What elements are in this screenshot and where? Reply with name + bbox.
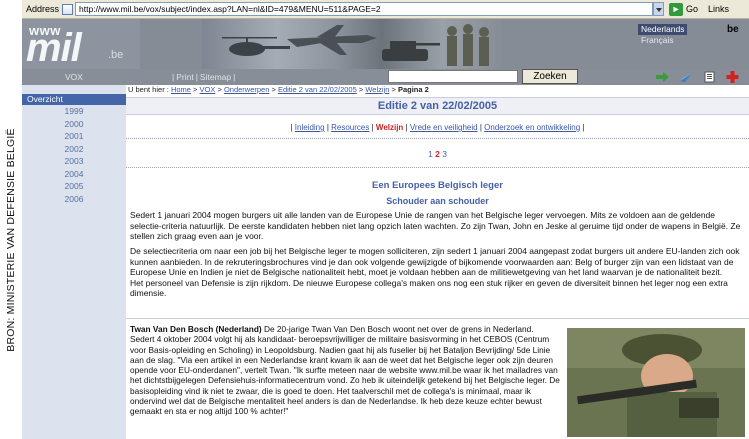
year-link[interactable]: 1999 bbox=[22, 105, 126, 118]
topic-tabs: | Inleiding | Resources | Welzijn | Vred… bbox=[290, 123, 585, 132]
article-title: Een Europees Belgisch leger bbox=[372, 180, 503, 191]
page-icon bbox=[62, 3, 74, 15]
banner-photo-strip bbox=[202, 19, 502, 69]
breadcrumb-welzijn[interactable]: Welzijn bbox=[365, 85, 389, 94]
year-link[interactable]: 2001 bbox=[22, 130, 126, 143]
year-link[interactable]: 2006 bbox=[22, 193, 126, 206]
profile-text: Twan Van Den Bosch (Nederland) De 20-jar… bbox=[130, 324, 560, 417]
divider bbox=[126, 318, 749, 319]
article-criteria: De selectiecriteria om naar een job bij … bbox=[130, 246, 742, 299]
go-label: Go bbox=[686, 4, 699, 14]
divider bbox=[126, 138, 749, 139]
breadcrumb-prefix: U bent hier : bbox=[128, 85, 169, 94]
search-button[interactable]: Zoeken bbox=[522, 69, 578, 84]
side-caption: BRON: MINISTERIE VAN DEFENSIE BELGIË bbox=[0, 0, 22, 439]
year-link[interactable]: 2002 bbox=[22, 143, 126, 156]
sitemap-link[interactable]: Sitemap bbox=[200, 72, 231, 82]
red-cross-icon[interactable] bbox=[726, 71, 739, 83]
content-area: Overzicht 1999 2000 2001 2002 2003 2004 … bbox=[22, 85, 749, 439]
breadcrumb-current: Pagina 2 bbox=[397, 85, 429, 94]
article-intro: Sedert 1 januari 2004 mogen burgers uit … bbox=[130, 210, 741, 242]
soldier-image bbox=[567, 328, 745, 437]
section-label: VOX bbox=[65, 72, 83, 82]
logo-mil: mil bbox=[26, 26, 82, 69]
year-list: 1999 2000 2001 2002 2003 2004 2005 2006 bbox=[22, 105, 126, 205]
breadcrumb: U bent hier : Home > VOX > Onderwerpen >… bbox=[128, 85, 429, 94]
print-link[interactable]: Print bbox=[176, 72, 193, 82]
print-icon[interactable] bbox=[703, 71, 716, 83]
breadcrumb-onderwerpen[interactable]: Onderwerpen bbox=[224, 85, 269, 94]
search-input[interactable] bbox=[388, 70, 518, 83]
pager: 1 2 3 bbox=[126, 149, 749, 159]
forward-arrow-icon[interactable] bbox=[656, 71, 669, 83]
sidebar: Overzicht 1999 2000 2001 2002 2003 2004 … bbox=[22, 85, 126, 439]
year-link[interactable]: 2004 bbox=[22, 168, 126, 181]
divider bbox=[126, 167, 749, 168]
main-content: U bent hier : Home > VOX > Onderwerpen >… bbox=[126, 85, 749, 439]
utility-links: | Print | Sitemap | bbox=[172, 72, 236, 82]
year-link[interactable]: 2000 bbox=[22, 118, 126, 131]
address-bar: Address http://www.mil.be/vox/subject/in… bbox=[22, 0, 749, 19]
criteria-paragraph-2: Het personeel van Defensie is zijn rijkd… bbox=[130, 277, 728, 299]
url-dropdown-icon[interactable] bbox=[653, 2, 665, 16]
go-arrow-icon: ► bbox=[669, 2, 684, 16]
soldier-photo bbox=[567, 328, 745, 437]
page-link[interactable]: 1 bbox=[428, 149, 433, 159]
lang-nederlands-link[interactable]: Nederlands bbox=[638, 24, 688, 35]
breadcrumb-edition[interactable]: Editie 2 van 22/02/2005 bbox=[278, 85, 357, 94]
year-link[interactable]: 2003 bbox=[22, 155, 126, 168]
topic-vrede-en-veiligheid[interactable]: Vrede en veiligheid bbox=[410, 123, 478, 132]
criteria-paragraph: De selectiecriteria om naar een job bij … bbox=[130, 246, 740, 278]
lang-francais-link[interactable]: Français bbox=[638, 35, 687, 46]
profile-name: Twan Van Den Bosch (Nederland) bbox=[130, 324, 262, 334]
browser-screenshot: Address http://www.mil.be/vox/subject/in… bbox=[22, 0, 749, 439]
country-code: be bbox=[727, 24, 739, 35]
sidebar-heading[interactable]: Overzicht bbox=[22, 94, 126, 105]
page-link-current[interactable]: 2 bbox=[435, 149, 440, 159]
military-equipment-illustration bbox=[222, 24, 489, 66]
topic-welzijn[interactable]: Welzijn bbox=[376, 123, 403, 132]
breadcrumb-vox[interactable]: VOX bbox=[200, 85, 216, 94]
links-label[interactable]: Links bbox=[708, 4, 729, 14]
page-link[interactable]: 3 bbox=[442, 149, 447, 159]
article-subtitle: Schouder aan schouder bbox=[386, 196, 489, 206]
year-link[interactable]: 2005 bbox=[22, 180, 126, 193]
site-logo[interactable]: www mil .be bbox=[22, 19, 140, 69]
send-mail-icon[interactable] bbox=[679, 71, 692, 83]
breadcrumb-home[interactable]: Home bbox=[171, 85, 191, 94]
topic-onderzoek-en-ontwikkeling[interactable]: Onderzoek en ontwikkeling bbox=[484, 123, 580, 132]
logo-be: .be bbox=[108, 49, 124, 61]
source-caption-text: BRON: MINISTERIE VAN DEFENSIE BELGIË bbox=[5, 128, 17, 352]
url-field[interactable]: http://www.mil.be/vox/subject/index.asp?… bbox=[75, 2, 654, 16]
language-switch: Nederlands Français bbox=[638, 24, 688, 46]
topic-inleiding[interactable]: Inleiding bbox=[295, 123, 325, 132]
profile-body: De 20-jarige Twan Van Den Bosch woont ne… bbox=[130, 324, 560, 417]
address-label: Address bbox=[26, 4, 60, 14]
go-button[interactable]: ► Go bbox=[669, 2, 699, 16]
topic-resources[interactable]: Resources bbox=[331, 123, 369, 132]
edition-title: Editie 2 van 22/02/2005 bbox=[126, 97, 749, 115]
site-navbar: VOX | Print | Sitemap | Zoeken bbox=[22, 69, 749, 85]
site-banner: www mil .be Nederlands Français be bbox=[22, 19, 749, 69]
